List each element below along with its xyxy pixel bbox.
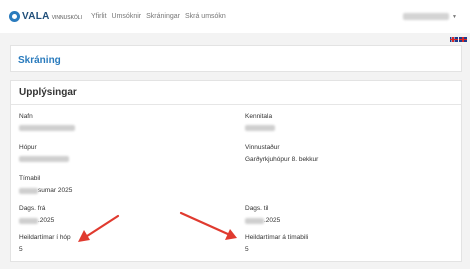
annotation-arrows — [78, 211, 237, 242]
annotation-arrow-right — [179, 211, 237, 240]
annotation-arrow-left — [78, 214, 120, 242]
